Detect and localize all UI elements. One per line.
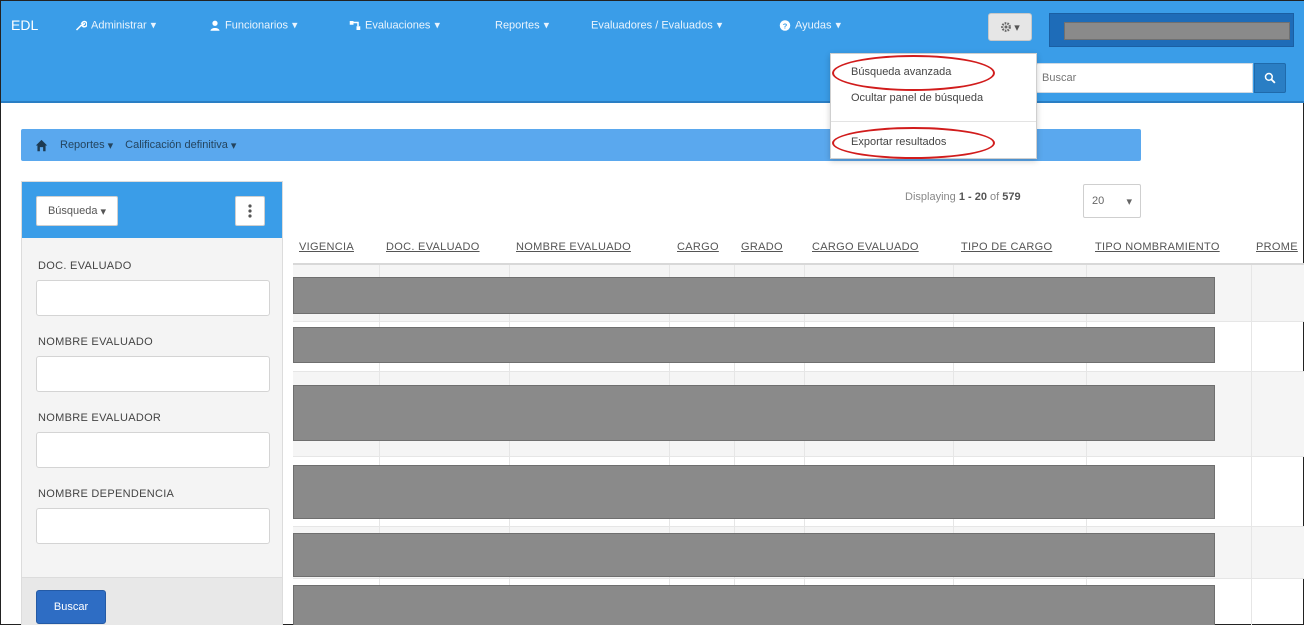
menu-reportes-label: Reportes: [495, 19, 540, 31]
redacted-row-content: [293, 277, 1215, 314]
wrench-icon: [75, 20, 87, 31]
nombre-evaluado-input[interactable]: [36, 356, 270, 392]
column-header-cargo-evaluado[interactable]: CARGO EVALUADO: [812, 241, 919, 253]
chevron-down-icon: ▾: [150, 19, 157, 32]
redacted-row-content: [293, 585, 1215, 625]
chevron-down-icon: ▾: [1126, 196, 1132, 208]
menu-evaluadores-label: Evaluadores / Evaluados: [591, 19, 713, 31]
breadcrumb-reportes[interactable]: Reportes ▾: [60, 139, 113, 152]
user-menu[interactable]: [1049, 13, 1294, 47]
settings-dropdown-menu: Búsqueda avanzada Ocultar panel de búsqu…: [830, 53, 1037, 159]
user-icon: [210, 20, 220, 31]
menu-administrar[interactable]: Administrar ▾: [75, 19, 156, 32]
chevron-down-icon: ▾: [291, 19, 298, 32]
displaying-of: of: [990, 191, 1000, 203]
column-header-promedio[interactable]: PROME: [1256, 241, 1298, 253]
column-header-doc-evaluado[interactable]: DOC. EVALUADO: [386, 241, 480, 253]
svg-text:?: ?: [783, 21, 788, 30]
displaying-total: 579: [1002, 191, 1021, 203]
chevron-down-icon: ▾: [543, 19, 550, 32]
chevron-down-icon: ▾: [835, 19, 842, 32]
busqueda-dropdown-button[interactable]: Búsqueda ▾: [36, 196, 118, 226]
home-icon[interactable]: [35, 139, 48, 152]
field-label-nombre-evaluador: NOMBRE EVALUADOR: [38, 412, 162, 424]
menu-reportes[interactable]: Reportes ▾: [495, 19, 549, 32]
column-header-tipo-nombramiento[interactable]: TIPO NOMBRAMIENTO: [1095, 241, 1220, 253]
kebab-menu-icon: [248, 204, 252, 218]
chevron-down-icon: ▾: [716, 19, 723, 32]
menu-ayudas[interactable]: ? Ayudas ▾: [779, 19, 841, 32]
chevron-down-icon: ▾: [107, 139, 114, 152]
top-navbar: EDL Administrar ▾ Funcionarios ▾ Evaluac…: [1, 1, 1304, 49]
page-size-value: 20: [1092, 195, 1105, 207]
menu-item-busqueda-avanzada[interactable]: Búsqueda avanzada: [851, 66, 951, 78]
column-header-cargo[interactable]: CARGO: [677, 241, 719, 253]
menu-divider: [831, 121, 1036, 122]
redacted-row-content: [293, 385, 1215, 441]
menu-funcionarios[interactable]: Funcionarios ▾: [209, 19, 298, 32]
redacted-row-content: [293, 465, 1215, 519]
table-header: VIGENCIA DOC. EVALUADO NOMBRE EVALUADO C…: [293, 231, 1304, 265]
redacted-username: [1064, 22, 1290, 40]
brand-logo[interactable]: EDL: [11, 17, 38, 33]
nombre-dependencia-input[interactable]: [36, 508, 270, 544]
chevron-down-icon: ▾: [1014, 21, 1020, 34]
displaying-range: 1 - 20: [958, 191, 987, 203]
search-input[interactable]: [1036, 63, 1253, 93]
column-header-nombre-evaluado[interactable]: NOMBRE EVALUADO: [516, 241, 631, 253]
menu-item-ocultar-panel[interactable]: Ocultar panel de búsqueda: [851, 92, 983, 104]
column-header-grado[interactable]: GRADO: [741, 241, 783, 253]
column-divider: [1251, 265, 1252, 625]
menu-item-exportar-resultados[interactable]: Exportar resultados: [851, 136, 946, 148]
breadcrumb-reportes-label: Reportes: [60, 139, 105, 151]
search-button[interactable]: [1254, 63, 1286, 93]
field-label-nombre-dependencia: NOMBRE DEPENDENCIA: [38, 488, 175, 500]
column-header-vigencia[interactable]: VIGENCIA: [299, 241, 354, 253]
search-icon: [1264, 72, 1276, 84]
breadcrumb-calificacion-label: Calificación definitiva: [125, 139, 228, 151]
displaying-prefix: Displaying: [905, 191, 956, 203]
search-panel: Búsqueda ▾ DOC. EVALUADO NOMBRE EVALUADO…: [21, 181, 283, 625]
doc-evaluado-input[interactable]: [36, 280, 270, 316]
menu-evaluaciones[interactable]: Evaluaciones ▾: [349, 19, 440, 32]
chevron-down-icon: ▾: [100, 205, 107, 218]
nombre-evaluador-input[interactable]: [36, 432, 270, 468]
page-size-select[interactable]: 20 ▾: [1083, 184, 1141, 218]
menu-funcionarios-label: Funcionarios: [225, 19, 288, 31]
menu-evaluaciones-label: Evaluaciones: [365, 19, 431, 31]
panel-options-button[interactable]: [235, 196, 265, 226]
busqueda-label: Búsqueda: [47, 205, 98, 217]
question-circle-icon: ?: [779, 19, 791, 31]
buscar-button[interactable]: Buscar: [36, 590, 106, 624]
settings-dropdown-button[interactable]: ▾: [988, 13, 1032, 41]
chevron-down-icon: ▾: [434, 19, 440, 32]
flow-icon: [349, 20, 361, 30]
field-label-doc-evaluado: DOC. EVALUADO: [38, 260, 132, 272]
menu-administrar-label: Administrar: [91, 19, 147, 31]
search-panel-header: Búsqueda ▾: [22, 182, 282, 238]
column-header-tipo-de-cargo[interactable]: TIPO DE CARGO: [961, 241, 1052, 253]
redacted-row-content: [293, 533, 1215, 577]
gear-icon: [1001, 22, 1012, 32]
field-label-nombre-evaluado: NOMBRE EVALUADO: [38, 336, 153, 348]
chevron-down-icon: ▾: [230, 139, 237, 152]
menu-evaluadores[interactable]: Evaluadores / Evaluados ▾: [591, 19, 722, 32]
redacted-row-content: [293, 327, 1215, 363]
pagination-summary: Displaying 1 - 20 of 579: [905, 191, 1021, 203]
breadcrumb-calificacion[interactable]: Calificación definitiva ▾: [125, 139, 236, 152]
menu-ayudas-label: Ayudas: [795, 19, 832, 31]
search-panel-footer: Buscar: [22, 577, 282, 625]
search-header: [1, 49, 1304, 103]
